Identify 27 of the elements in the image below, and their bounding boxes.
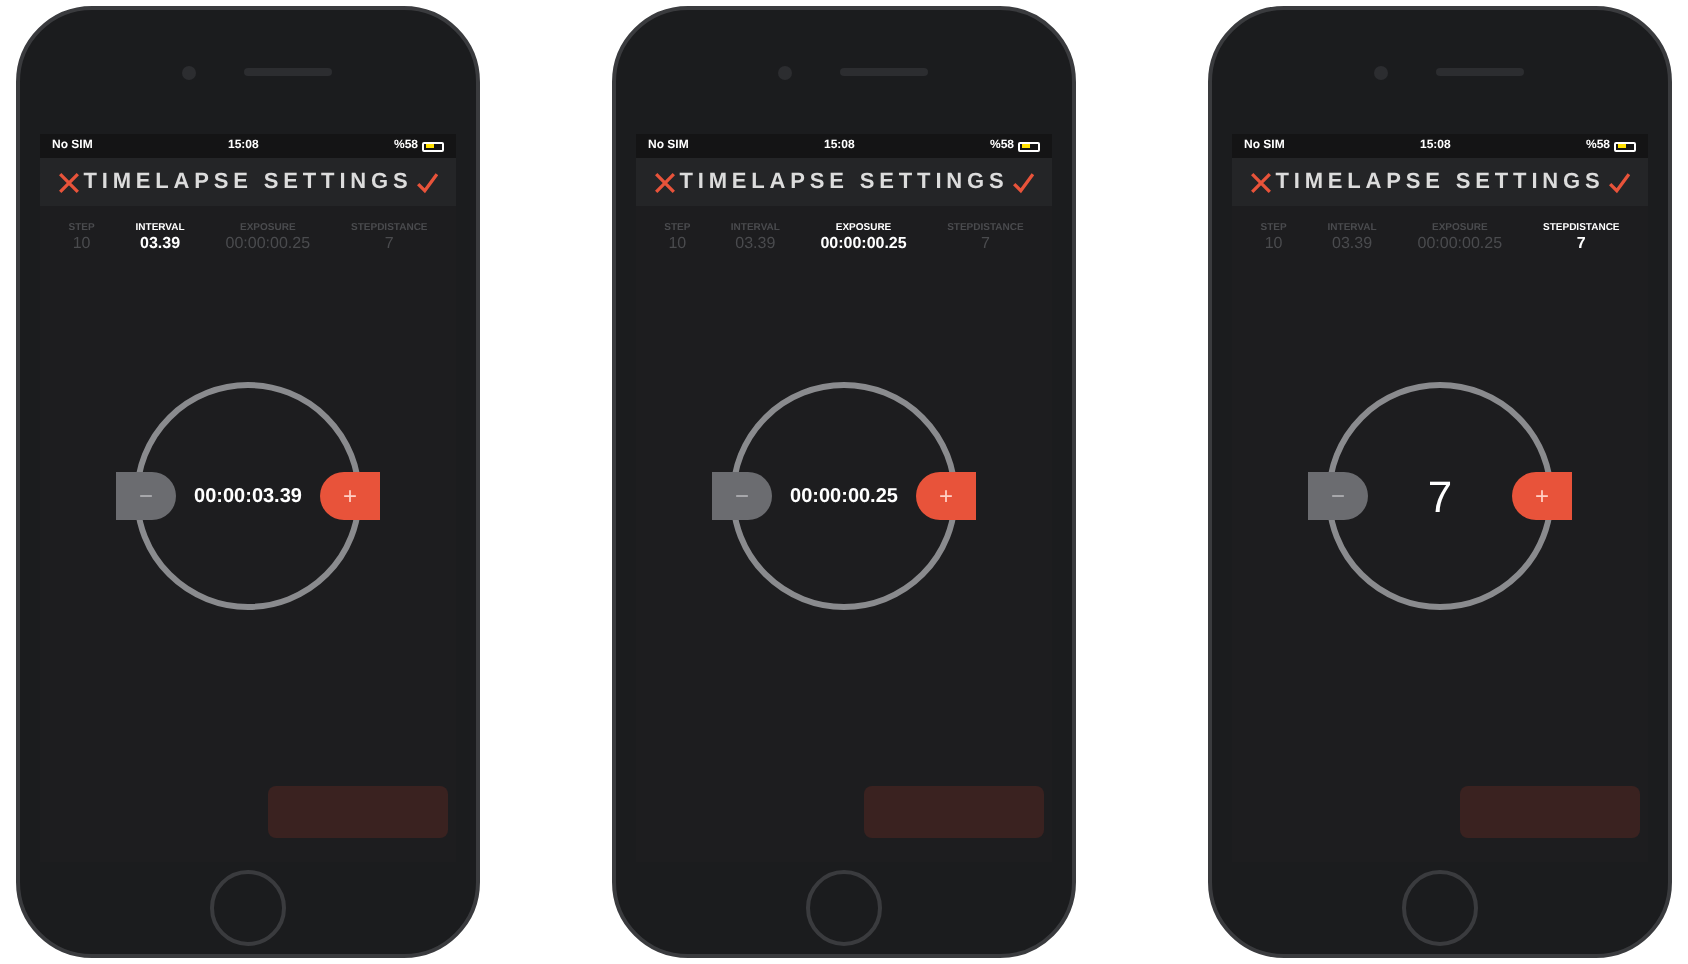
decrement-button[interactable]: − (1308, 472, 1368, 521)
battery-icon (422, 141, 444, 151)
check-icon (1011, 171, 1034, 193)
dial-value: 00:00:03.39 (194, 483, 302, 512)
increment-button[interactable]: + (320, 472, 380, 521)
decrement-button[interactable]: − (712, 472, 772, 521)
confirm-button[interactable] (412, 168, 440, 196)
dial-value: 00:00:00.25 (790, 483, 898, 512)
screen-title: TIMELAPSE SETTINGS (1275, 167, 1605, 198)
close-icon (1250, 171, 1273, 193)
screen-title: TIMELAPSE SETTINGS (83, 167, 413, 198)
close-button[interactable] (1248, 168, 1276, 196)
close-button[interactable] (652, 168, 680, 196)
confirm-button[interactable] (1008, 168, 1036, 196)
check-icon (415, 171, 438, 193)
check-icon (1607, 171, 1630, 193)
battery-icon (1018, 141, 1040, 151)
close-icon (654, 171, 677, 193)
confirm-button[interactable] (1604, 168, 1632, 196)
screen-title: TIMELAPSE SETTINGS (679, 167, 1009, 198)
decrement-button[interactable]: − (116, 472, 176, 521)
battery-icon (1614, 141, 1636, 151)
increment-button[interactable]: + (916, 472, 976, 521)
close-icon (58, 171, 81, 193)
increment-button[interactable]: + (1512, 472, 1572, 521)
dial-value: 7 (1427, 469, 1453, 526)
close-button[interactable] (56, 168, 84, 196)
